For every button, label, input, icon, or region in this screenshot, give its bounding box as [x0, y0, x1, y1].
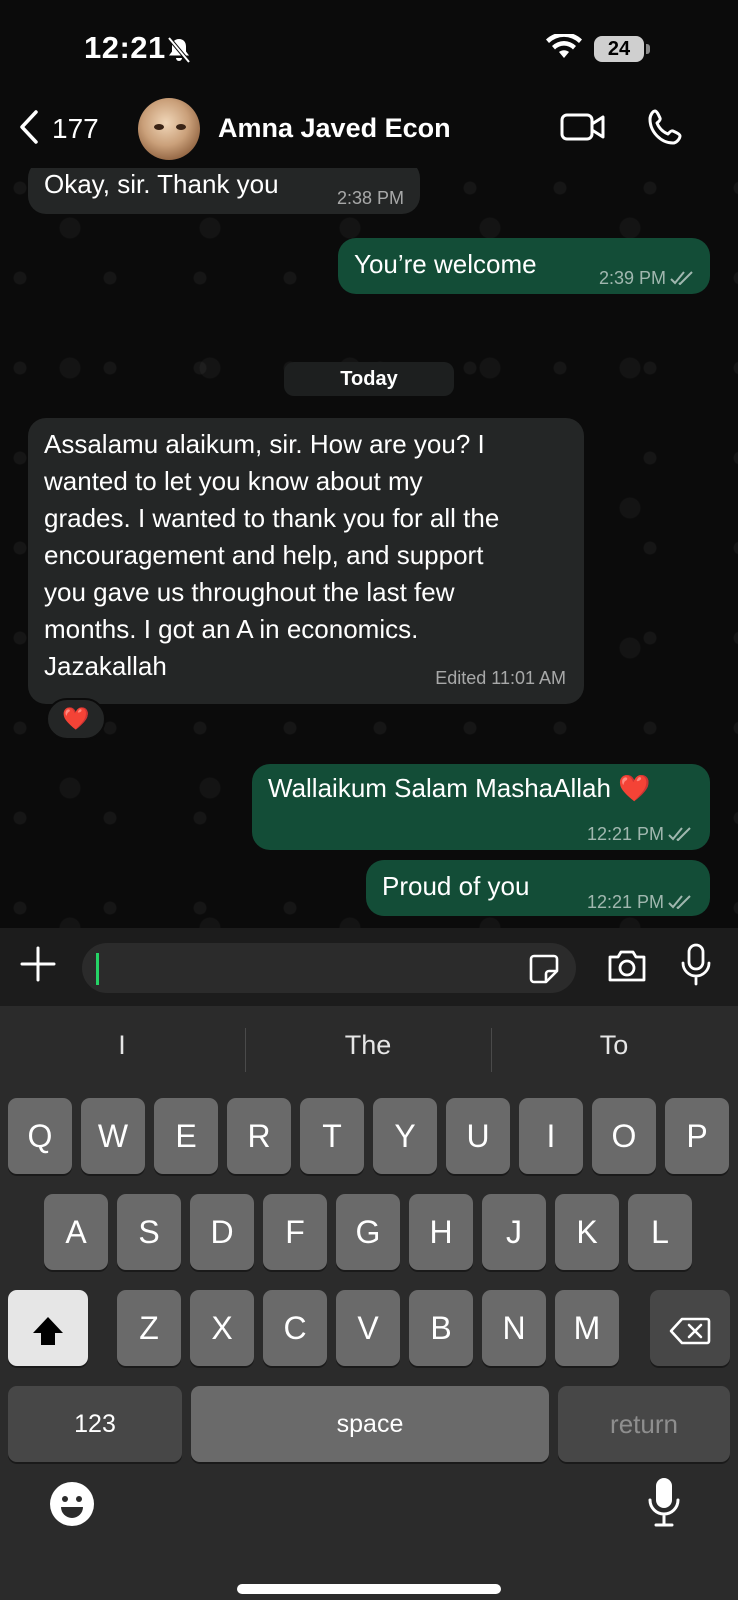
message-text: Proud of you — [382, 871, 530, 901]
message-input[interactable] — [82, 943, 576, 993]
emoji-icon — [48, 1482, 96, 1532]
message-time: 12:21 PM — [587, 884, 694, 922]
dictation-button[interactable] — [646, 1476, 682, 1533]
message-text: Okay, sir. Thank you — [44, 169, 279, 199]
key-n[interactable]: N — [482, 1290, 546, 1366]
key-z[interactable]: Z — [117, 1290, 181, 1366]
text-caret — [96, 953, 99, 985]
message-time: 2:38 PM — [336, 188, 404, 208]
read-receipt-icon — [668, 817, 694, 854]
message-outgoing[interactable]: Proud of you 12:21 PM — [366, 860, 710, 916]
heart-reaction: ❤️ — [62, 706, 90, 731]
suggestion-item[interactable]: I — [0, 1030, 244, 1061]
status-bar: 12:21 24 — [0, 0, 738, 95]
key-b[interactable]: B — [409, 1290, 473, 1366]
date-separator: Today — [284, 362, 454, 396]
sticker-button[interactable] — [528, 953, 560, 990]
key-i[interactable]: I — [519, 1098, 583, 1174]
key-g[interactable]: G — [336, 1194, 400, 1270]
message-time: 12:21 PM — [587, 816, 694, 854]
key-h[interactable]: H — [409, 1194, 473, 1270]
key-r[interactable]: R — [227, 1098, 291, 1174]
message-time: Edited 11:01 AM — [435, 668, 566, 688]
key-e[interactable]: E — [154, 1098, 218, 1174]
key-v[interactable]: V — [336, 1290, 400, 1366]
key-x[interactable]: X — [190, 1290, 254, 1366]
video-call-icon — [560, 113, 606, 151]
key-u[interactable]: U — [446, 1098, 510, 1174]
message-outgoing[interactable]: You’re welcome 2:39 PM — [338, 238, 710, 294]
message-incoming[interactable]: Okay, sir. Thank you 2:38 PM — [28, 168, 420, 214]
message-text: You’re welcome — [354, 249, 537, 279]
back-button[interactable]: 177 — [18, 109, 99, 149]
message-outgoing[interactable]: Wallaikum Salam MashaAllah ❤️ 12:21 PM — [252, 764, 710, 850]
key-w[interactable]: W — [81, 1098, 145, 1174]
chat-header: 177 Amna Javed Econ — [0, 95, 738, 168]
phone-icon — [646, 109, 686, 151]
camera-icon — [606, 950, 648, 988]
sticker-icon — [528, 954, 560, 989]
delete-icon — [669, 1310, 711, 1346]
video-call-button[interactable] — [560, 107, 606, 152]
shift-key[interactable] — [8, 1290, 88, 1366]
key-m[interactable]: M — [555, 1290, 619, 1366]
space-key[interactable]: space — [191, 1386, 549, 1462]
suggestion-bar: I The To — [0, 1006, 738, 1094]
status-time: 12:21 — [84, 30, 166, 65]
message-incoming[interactable]: Assalamu alaikum, sir. How are you? I wa… — [28, 418, 584, 704]
avatar[interactable] — [138, 98, 200, 160]
wifi-icon — [546, 32, 582, 65]
dictation-icon — [646, 1478, 682, 1532]
contact-name[interactable]: Amna Javed Econ — [218, 113, 451, 144]
key-a[interactable]: A — [44, 1194, 108, 1270]
key-s[interactable]: S — [117, 1194, 181, 1270]
key-d[interactable]: D — [190, 1194, 254, 1270]
voice-message-button[interactable] — [680, 943, 712, 992]
back-chevron-icon — [18, 109, 40, 150]
voice-call-button[interactable] — [646, 107, 686, 152]
key-p[interactable]: P — [665, 1098, 729, 1174]
shift-icon — [30, 1310, 66, 1346]
suggestion-item[interactable]: The — [246, 1030, 490, 1061]
home-indicator — [237, 1584, 501, 1594]
key-l[interactable]: L — [628, 1194, 692, 1270]
emoji-button[interactable] — [48, 1480, 96, 1533]
return-key[interactable]: return — [558, 1386, 730, 1462]
plus-icon — [20, 946, 56, 986]
chat-area[interactable]: Okay, sir. Thank you 2:38 PM You’re welc… — [0, 168, 738, 928]
message-text: Wallaikum Salam MashaAllah ❤️ — [268, 773, 651, 803]
key-t[interactable]: T — [300, 1098, 364, 1174]
key-y[interactable]: Y — [373, 1098, 437, 1174]
message-reaction[interactable]: ❤️ — [46, 698, 106, 740]
unread-count: 177 — [52, 113, 99, 144]
message-input-bar — [0, 928, 738, 1006]
battery-nub — [646, 44, 650, 54]
key-q[interactable]: Q — [8, 1098, 72, 1174]
message-text: Assalamu alaikum, sir. How are you? I wa… — [44, 429, 500, 681]
battery-icon: 24 — [594, 36, 644, 62]
suggestion-item[interactable]: To — [492, 1030, 736, 1061]
key-j[interactable]: J — [482, 1194, 546, 1270]
key-o[interactable]: O — [592, 1098, 656, 1174]
numbers-key[interactable]: 123 — [8, 1386, 182, 1462]
attach-button[interactable] — [20, 946, 56, 987]
delete-key[interactable] — [650, 1290, 730, 1366]
keyboard: I The To Q W E R T Y U I O P A S D F G H… — [0, 1006, 738, 1600]
microphone-icon — [680, 943, 712, 991]
camera-button[interactable] — [606, 948, 648, 989]
key-k[interactable]: K — [555, 1194, 619, 1270]
message-time: 2:39 PM — [599, 260, 696, 298]
read-receipt-icon — [668, 885, 694, 922]
key-c[interactable]: C — [263, 1290, 327, 1366]
bell-slash-icon — [166, 36, 192, 69]
key-f[interactable]: F — [263, 1194, 327, 1270]
read-receipt-icon — [670, 261, 696, 298]
